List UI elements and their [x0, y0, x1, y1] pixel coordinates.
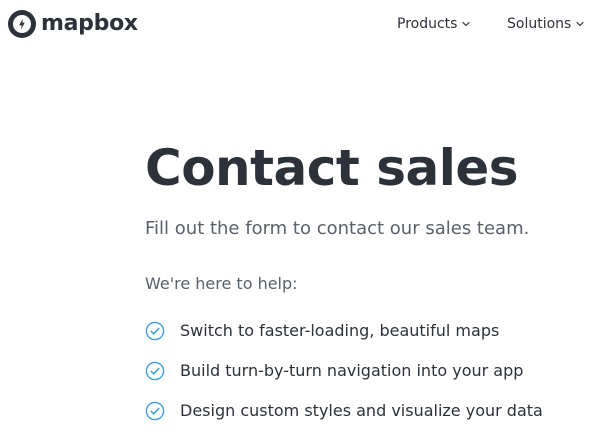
nav-solutions-label: Solutions: [507, 16, 572, 32]
top-navigation: mapbox Products Solutions: [0, 0, 600, 50]
nav-products-label: Products: [397, 16, 458, 32]
feature-text: Build turn-by-turn navigation into your …: [180, 361, 524, 380]
chevron-down-icon: [576, 21, 584, 27]
feature-text: Design custom styles and visualize your …: [180, 401, 543, 420]
chevron-down-icon: [462, 21, 471, 27]
feature-text: Switch to faster-loading, beautiful maps: [180, 321, 500, 340]
check-circle-icon: [145, 361, 165, 381]
check-circle-icon: [145, 321, 165, 341]
page-title: Contact sales: [145, 139, 519, 197]
check-circle-icon: [145, 401, 165, 421]
nav-products-menu[interactable]: Products: [397, 15, 471, 33]
mapbox-logo-icon: [8, 10, 36, 38]
nav-solutions-menu[interactable]: Solutions: [507, 15, 585, 33]
list-item: Design custom styles and visualize your …: [145, 391, 543, 431]
list-item: Switch to faster-loading, beautiful maps: [145, 311, 543, 351]
help-heading: We're here to help:: [145, 274, 298, 293]
list-item: Build turn-by-turn navigation into your …: [145, 351, 543, 391]
page-subtitle: Fill out the form to contact our sales t…: [145, 218, 530, 239]
feature-list: Switch to faster-loading, beautiful maps…: [145, 311, 543, 431]
brand-name: mapbox: [41, 11, 138, 36]
mapbox-logo-link[interactable]: mapbox: [8, 10, 138, 38]
